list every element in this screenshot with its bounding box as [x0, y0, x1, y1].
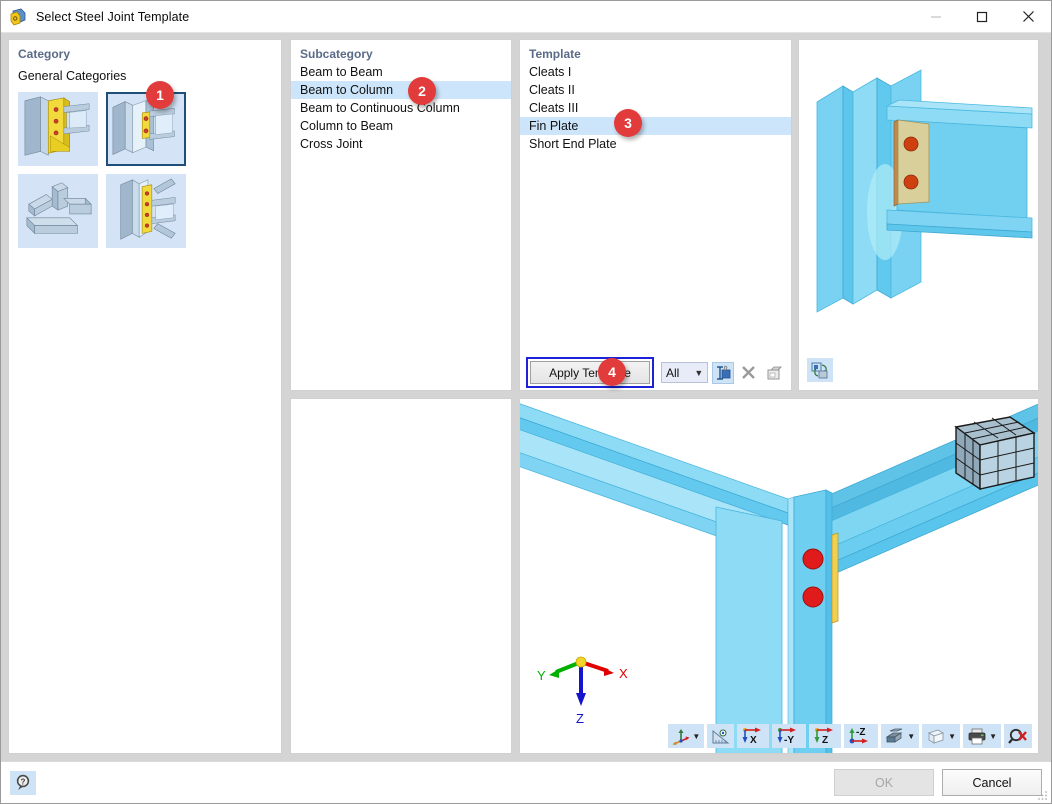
resize-grip[interactable] [1036, 789, 1048, 801]
callout-badge-3: 3 [614, 109, 642, 137]
dialog-content: Category General Categories Subcategory … [1, 33, 1051, 761]
subcategory-item-cross-joint[interactable]: Cross Joint [291, 135, 511, 153]
svg-text:Z: Z [822, 735, 828, 745]
dialog-window: Select Steel Joint Template Category Gen… [0, 0, 1052, 804]
subcategory-item-beam-to-beam[interactable]: Beam to Beam [291, 63, 511, 81]
general-categories-label: General Categories [18, 69, 127, 83]
svg-text:Y: Y [537, 668, 546, 683]
svg-text:-Y: -Y [784, 735, 794, 745]
svg-text:X: X [750, 735, 757, 745]
chevron-down-icon: ▼ [907, 731, 916, 741]
render-mode-icon[interactable]: ▼ [881, 724, 920, 748]
category-thumb-beam-to-column-fin-plate[interactable] [106, 92, 186, 166]
svg-text:?: ? [20, 777, 25, 786]
svg-text:X: X [619, 666, 628, 681]
view-direction-z-icon[interactable]: Z [809, 724, 842, 748]
view-angle-icon[interactable] [707, 724, 735, 748]
svg-text:Z: Z [576, 711, 584, 726]
category-thumb-haunched-moment-connection[interactable] [18, 92, 98, 166]
chevron-down-icon: ▼ [694, 367, 704, 378]
template-panel: Template Cleats I Cleats II Cleats III F… [519, 39, 792, 391]
maximize-icon[interactable] [959, 1, 1005, 32]
apply-template-button[interactable]: Apply Template [530, 361, 650, 384]
template-item-fin-plate[interactable]: Fin Plate [520, 117, 791, 135]
delete-template-icon[interactable] [738, 362, 760, 384]
view-direction-minus-z-icon[interactable]: -Z [844, 724, 879, 748]
close-icon[interactable] [1005, 1, 1051, 32]
category-thumbnail-grid [9, 83, 281, 257]
dialog-footer: ? OK Cancel [1, 761, 1051, 803]
wireframe-mode-icon[interactable]: ▼ [922, 724, 961, 748]
joint-preview-3d [816, 69, 1033, 313]
footer-actions: OK Cancel [834, 769, 1042, 796]
help-icon[interactable]: ? [10, 770, 36, 795]
subcategory-item-beam-to-continuous-column[interactable]: Beam to Continuous Column [291, 99, 511, 117]
refresh-view-icon[interactable] [807, 358, 833, 382]
template-item-cleats-ii[interactable]: Cleats II [520, 81, 791, 99]
cancel-button[interactable]: Cancel [942, 769, 1042, 796]
chevron-down-icon: ▼ [692, 731, 701, 741]
template-footer-toolbar: Apply Template All ▼ [520, 355, 791, 390]
template-panel-title: Template [529, 47, 581, 61]
category-thumb-braced-column-connection[interactable] [106, 174, 186, 248]
minimize-icon[interactable] [913, 1, 959, 32]
template-item-short-end-plate[interactable]: Short End Plate [520, 135, 791, 153]
print-icon[interactable]: ▼ [963, 724, 1001, 748]
callout-badge-2: 2 [408, 77, 436, 105]
navigation-cube [954, 416, 1036, 491]
viewport-canvas[interactable]: X Y Z ▼ X -Y Z -Z ▼ ▼ ▼ [520, 399, 1038, 753]
subcategory-list: Beam to Beam Beam to Column Beam to Cont… [291, 63, 511, 153]
viewport-geometry: X Y Z [520, 399, 1038, 753]
save-template-icon[interactable] [763, 362, 785, 384]
window-controls [913, 1, 1051, 32]
svg-text:-Z: -Z [856, 727, 865, 738]
title-bar: Select Steel Joint Template [1, 1, 1051, 33]
edit-template-icon[interactable] [712, 361, 734, 384]
view-direction-minus-y-icon[interactable]: -Y [772, 724, 807, 748]
model-viewport-3d[interactable]: X Y Z ▼ X -Y Z -Z ▼ ▼ ▼ [519, 398, 1039, 754]
window-title: Select Steel Joint Template [36, 9, 190, 24]
ok-button[interactable]: OK [834, 769, 934, 796]
subcategory-item-beam-to-column[interactable]: Beam to Column [291, 81, 511, 99]
steel-joint-icon [9, 7, 29, 27]
apply-template-highlight: Apply Template [526, 357, 654, 388]
template-filter-value: All [666, 365, 680, 380]
coordinate-system-icon[interactable]: ▼ [668, 724, 705, 748]
callout-badge-4: 4 [598, 358, 626, 386]
subcategory-panel: Subcategory Beam to Beam Beam to Column … [290, 39, 512, 391]
view-direction-x-icon[interactable]: X [737, 724, 770, 748]
template-item-cleats-i[interactable]: Cleats I [520, 63, 791, 81]
viewport-toolbar: ▼ X -Y Z -Z ▼ ▼ ▼ [668, 724, 1032, 748]
subcategory-item-column-to-beam[interactable]: Column to Beam [291, 117, 511, 135]
chevron-down-icon: ▼ [948, 731, 957, 741]
template-item-cleats-iii[interactable]: Cleats III [520, 99, 791, 117]
category-panel: Category General Categories [8, 39, 282, 754]
joint-preview-panel [798, 39, 1039, 391]
category-thumb-hollow-section-cross-joint[interactable] [18, 174, 98, 248]
template-filter-dropdown[interactable]: All ▼ [661, 362, 709, 383]
category-panel-title: Category [18, 47, 71, 61]
callout-badge-1: 1 [146, 81, 174, 109]
subcategory-panel-title: Subcategory [300, 47, 373, 61]
zoom-reset-icon[interactable] [1004, 724, 1032, 748]
template-list: Cleats I Cleats II Cleats III Fin Plate … [520, 63, 791, 153]
details-panel [290, 398, 512, 754]
chevron-down-icon: ▼ [989, 731, 997, 741]
